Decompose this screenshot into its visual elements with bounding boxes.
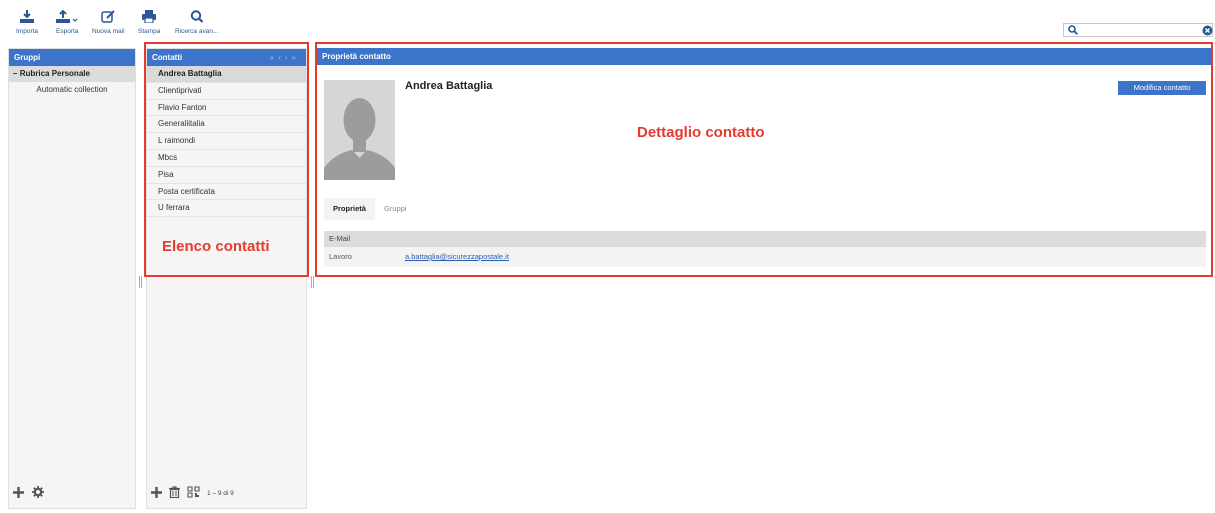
export-label: Esporta — [56, 28, 79, 35]
email-section-header: E-Mail — [324, 231, 1206, 247]
toolbar: Importa Esporta Nuova mail Stampa Ricerc… — [0, 0, 1215, 40]
contact-item[interactable]: L raimondi — [147, 133, 306, 150]
import-icon — [20, 10, 35, 25]
next-page-icon[interactable]: › — [285, 53, 292, 62]
prev-page-icon[interactable]: ‹ — [278, 53, 285, 62]
group-personal-addressbook[interactable]: – Rubrica Personale — [9, 66, 135, 82]
search-icon — [1068, 25, 1078, 37]
print-label: Stampa — [138, 28, 161, 35]
detail-title: Proprietà contatto — [317, 48, 1211, 65]
print-button[interactable]: Stampa — [138, 10, 160, 35]
group-automatic-collection[interactable]: Automatic collection — [9, 82, 135, 98]
advanced-search-button[interactable]: Ricerca avan... — [175, 10, 218, 35]
search-icon — [190, 10, 204, 25]
tab-groups[interactable]: Gruppi — [375, 198, 416, 220]
contact-name: Andrea Battaglia — [405, 80, 493, 92]
contacts-title: Contatti — [152, 53, 183, 62]
last-page-icon[interactable]: » — [292, 53, 300, 62]
export-icon — [56, 9, 78, 25]
contacts-splitter[interactable] — [311, 276, 314, 288]
contacts-panel: Contatti «‹›» Andrea Battaglia Clientipr… — [146, 48, 307, 509]
export-button[interactable]: Esporta — [56, 9, 79, 35]
contact-item[interactable]: Posta certificata — [147, 184, 306, 201]
contacts-count: 1 – 9 di 9 — [207, 489, 234, 497]
edit-contact-button[interactable]: Modifica contatto — [1118, 81, 1206, 95]
contacts-footer: 1 – 9 di 9 — [151, 486, 234, 500]
email-link[interactable]: a.battaglia@sicurezzapostale.it — [405, 247, 509, 267]
pager: «‹›» — [270, 49, 300, 66]
tab-properties[interactable]: Proprietà — [324, 198, 375, 220]
search-field[interactable] — [1063, 23, 1213, 37]
import-label: Importa — [16, 28, 39, 35]
compose-icon — [101, 10, 115, 25]
contact-item[interactable]: Clientiprivati — [147, 83, 306, 100]
contact-item[interactable]: Generaliitalia — [147, 116, 306, 134]
contacts-title-bar: Contatti «‹›» — [147, 49, 306, 66]
group-root-label: Rubrica Personale — [19, 69, 90, 78]
detail-body: Andrea Battaglia Modifica contatto Propr… — [317, 65, 1211, 295]
collapse-icon[interactable]: – — [13, 69, 17, 78]
email-row: Lavoro a.battaglia@sicurezzapostale.it — [324, 247, 1206, 267]
gear-icon[interactable] — [32, 486, 44, 500]
groups-splitter[interactable] — [139, 276, 142, 288]
groups-footer — [13, 486, 44, 500]
advanced-search-label: Ricerca avan... — [175, 28, 219, 35]
detail-tabs: Proprietà Gruppi — [324, 198, 415, 220]
first-page-icon[interactable]: « — [270, 53, 278, 62]
contact-item[interactable]: U ferrara — [147, 200, 306, 218]
clear-search-icon[interactable] — [1202, 25, 1213, 38]
add-contact-icon[interactable] — [151, 486, 162, 500]
contact-item[interactable]: Pisa — [147, 167, 306, 184]
avatar — [324, 80, 395, 180]
contact-item[interactable]: Mbcs — [147, 150, 306, 167]
groups-title: Gruppi — [9, 49, 135, 66]
new-mail-label: Nuova mail — [92, 28, 125, 35]
contact-item[interactable]: Andrea Battaglia — [147, 66, 306, 83]
contact-detail-panel: Proprietà contatto Andrea Battaglia Modi… — [317, 48, 1211, 509]
contacts-list-annotation: Elenco contatti — [162, 238, 270, 255]
groups-panel: Gruppi – Rubrica Personale Automatic col… — [8, 48, 136, 509]
printer-icon — [142, 10, 157, 25]
contact-detail-annotation: Dettaglio contatto — [637, 124, 765, 141]
new-mail-button[interactable]: Nuova mail — [92, 10, 125, 35]
email-type: Lavoro — [329, 252, 352, 261]
contact-item[interactable]: Flavio Fanton — [147, 100, 306, 117]
import-button[interactable]: Importa — [16, 10, 38, 35]
trash-icon[interactable] — [169, 486, 180, 500]
add-group-icon[interactable] — [13, 486, 24, 500]
qrcode-icon[interactable] — [187, 486, 200, 500]
